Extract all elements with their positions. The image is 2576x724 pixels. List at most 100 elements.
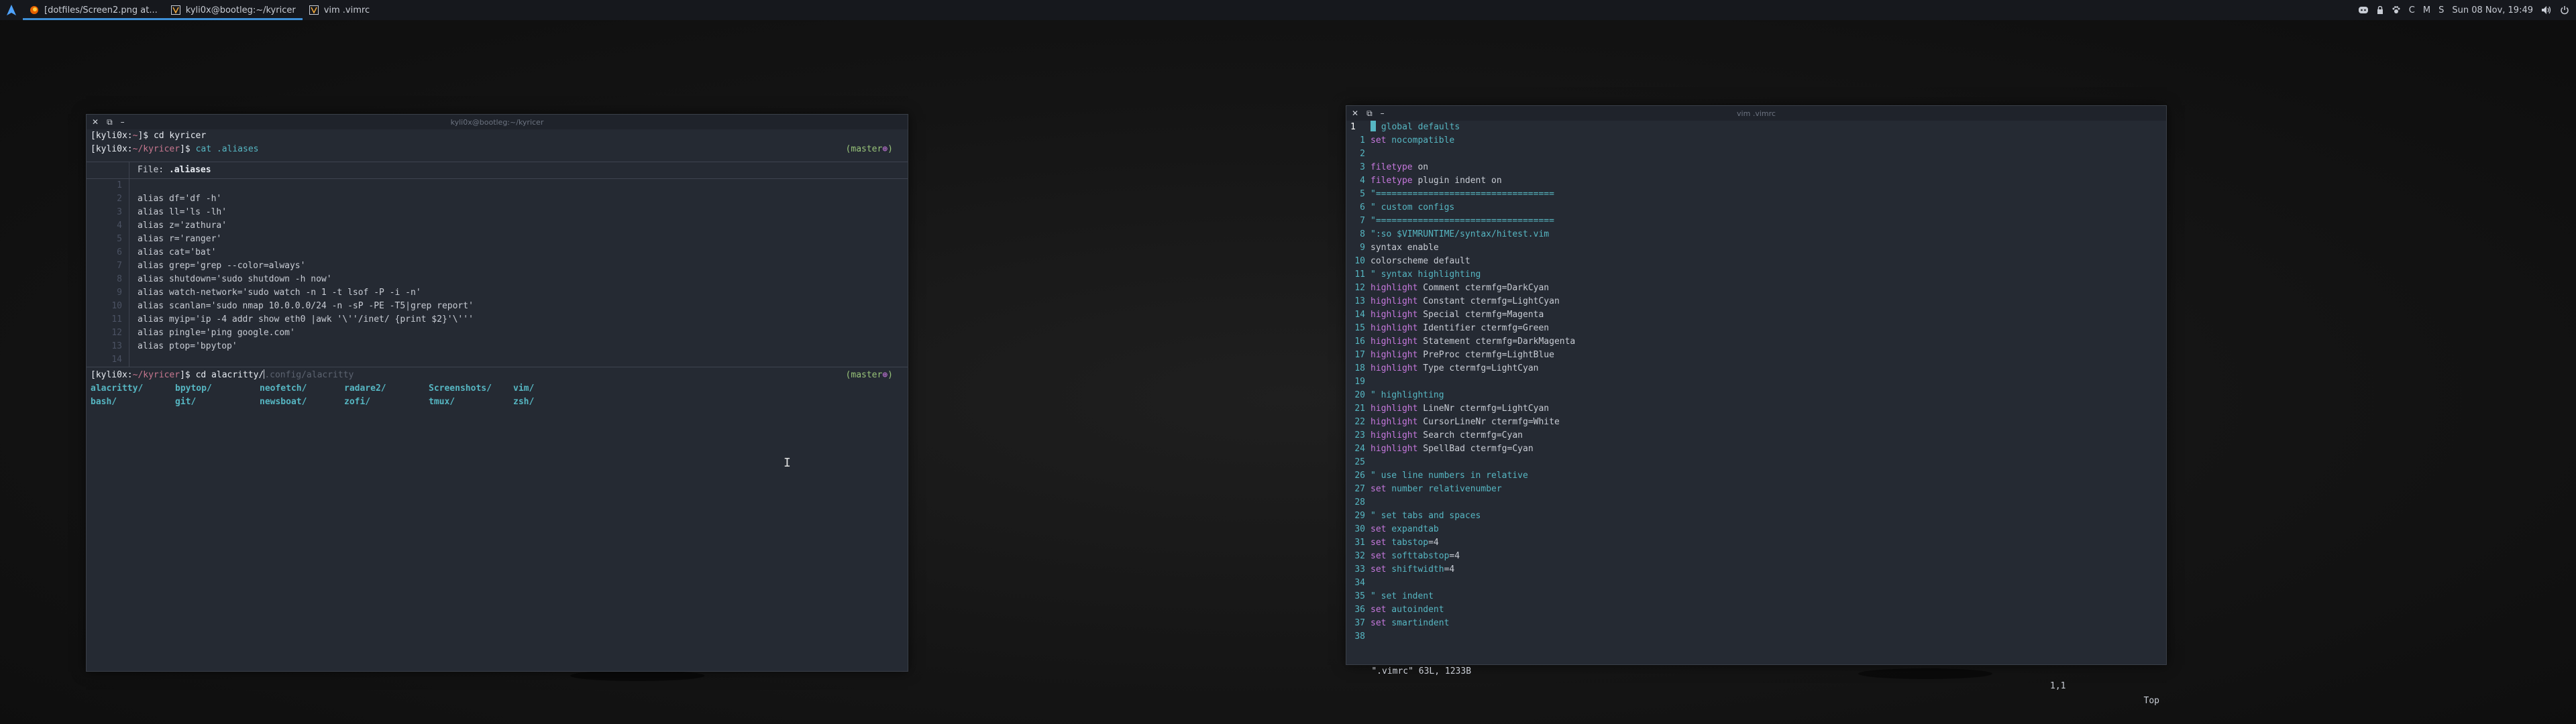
vim-line-number: 27 — [1354, 484, 1365, 494]
completion-item[interactable]: alacritty/ — [91, 382, 175, 396]
clock[interactable]: Sun 08 Nov, 19:49 — [2452, 5, 2533, 15]
vim-line: 16 highlight Statement ctermfg=DarkMagent… — [1346, 335, 2166, 349]
vim-line-number: 32 — [1354, 551, 1365, 561]
minimize-icon[interactable]: – — [121, 117, 125, 127]
completion-item[interactable]: zsh/ — [513, 396, 598, 409]
vim-token: highlight — [1371, 363, 1418, 373]
close-icon[interactable]: ✕ — [92, 117, 99, 127]
vim-token: Search ctermfg=Cyan — [1417, 430, 1523, 440]
vim-line: 30 set expandtab — [1346, 523, 2166, 536]
completion-item[interactable]: tmux/ — [429, 396, 513, 409]
vim-line: 2 — [1346, 147, 2166, 161]
completion-item[interactable]: bash/ — [91, 396, 175, 409]
completion-item[interactable]: radare2/ — [344, 382, 429, 396]
line-number: 9 — [87, 286, 129, 300]
vim-token: shiftwidth — [1386, 564, 1444, 575]
vim-line-text: set tabstop=4 — [1371, 536, 1439, 550]
vim-line: 27 set number relativenumber — [1346, 483, 2166, 496]
completion-item[interactable]: bpytop/ — [175, 382, 260, 396]
bat-file-body: 1 2 alias df='df -h' 3 alias ll='ls -lh' 4 ali… — [87, 179, 908, 367]
lock-icon[interactable] — [2377, 6, 2383, 14]
paw-icon[interactable] — [2392, 5, 2401, 15]
arch-logo-icon[interactable] — [5, 4, 17, 16]
line-number: 3 — [87, 206, 129, 219]
power-icon[interactable] — [2560, 5, 2569, 15]
vim-token: "================================== — [1371, 189, 1554, 199]
vim-token: Type ctermfg=LightCyan — [1417, 363, 1539, 373]
line-number: 1 — [87, 179, 129, 192]
completion-item[interactable]: Screenshots/ — [429, 382, 513, 396]
vim-line-number: 30 — [1354, 524, 1365, 534]
vim-line-text: " highlighting — [1371, 389, 1444, 402]
minimize-icon[interactable]: – — [1381, 109, 1385, 119]
completion-item[interactable]: zofi/ — [344, 396, 429, 409]
line-text: alias myip='ip -4 addr show eth0 |awk '\… — [138, 314, 474, 324]
bat-line: 3 alias ll='ls -lh' — [87, 206, 908, 219]
vim-line: 36 set autoindent — [1346, 603, 2166, 617]
completion-item[interactable]: git/ — [175, 396, 260, 409]
line-number: 7 — [87, 259, 129, 273]
vim-buffer[interactable]: 1 global defaults 1 set nocompatible 2 3 file… — [1346, 121, 2166, 644]
vim-token: on — [1412, 162, 1429, 172]
prompt-line: [kyli0x:~/kyricer]$ cd alacritty/.config… — [91, 369, 908, 382]
line-text: alias df='df -h' — [138, 194, 222, 204]
vim-token: autoindent — [1386, 605, 1444, 615]
vim-line-number: 7 — [1360, 216, 1365, 226]
task-terminal-kyricer[interactable]: kyli0x@bootleg:~/kyricer — [164, 0, 303, 20]
vim-line: 4 filetype plugin indent on — [1346, 174, 2166, 188]
vim-line-text: " custom configs — [1371, 201, 1454, 215]
bat-line: 9 alias watch-network='sudo watch -n 1 -t… — [87, 286, 908, 300]
vim-line: 25 — [1346, 456, 2166, 469]
top-panel: [dotfiles/Screen2.png at... kyli0x@bootl… — [0, 0, 2576, 20]
vim-line-number: 10 — [1354, 256, 1365, 266]
vim-token: plugin indent on — [1412, 176, 1502, 186]
vim-line-number: 9 — [1360, 243, 1365, 253]
vim-line-text: syntax enable — [1371, 241, 1439, 255]
tray-letter-c[interactable]: C — [2409, 5, 2415, 15]
line-text: alias ptop='bpytop' — [138, 341, 237, 351]
vim-line-text: highlight CursorLineNr ctermfg=White — [1371, 416, 1560, 429]
vim-token: " custom configs — [1371, 202, 1455, 213]
discord-icon[interactable] — [2358, 6, 2369, 14]
command-text: cd kyricer — [153, 131, 207, 141]
vim-token: " set indent — [1371, 591, 1434, 601]
completion-item[interactable]: neofetch/ — [260, 382, 344, 396]
task-terminal-vim[interactable]: vim .vimrc — [303, 0, 376, 20]
vim-line: 31 set tabstop=4 — [1346, 536, 2166, 550]
task-firefox[interactable]: [dotfiles/Screen2.png at... — [23, 0, 164, 20]
completion-item[interactable]: newsboat/ — [260, 396, 344, 409]
tray-letter-s[interactable]: S — [2438, 5, 2444, 15]
line-number: 10 — [87, 300, 129, 313]
vim-line-number: 31 — [1354, 538, 1365, 548]
tray-letter-m[interactable]: M — [2423, 5, 2430, 15]
vim-line: 6 " custom configs — [1346, 201, 2166, 215]
vim-line-number: 37 — [1354, 618, 1365, 628]
vim-file-info: ".vimrc" 63L, 1233B — [1371, 666, 1472, 676]
maximize-icon[interactable]: ⧉ — [1366, 109, 1373, 119]
volume-icon[interactable] — [2541, 5, 2552, 15]
vim-token: CursorLineNr ctermfg=White — [1417, 417, 1560, 427]
window-titlebar[interactable]: ✕ ⧉ – kyli0x@bootleg:~/kyricer — [87, 115, 908, 129]
vim-token: filetype — [1371, 176, 1413, 186]
vim-token: Identifier ctermfg=Green — [1417, 323, 1550, 333]
maximize-icon[interactable]: ⧉ — [107, 117, 113, 127]
terminal-content[interactable]: [kyli0x:~]$ cd kyricer [kyli0x:~/kyricer… — [87, 129, 908, 156]
vim-line: 5 "================================== — [1346, 188, 2166, 201]
vim-line: 7 "================================== — [1346, 215, 2166, 228]
terminal-window-vim[interactable]: ✕ ⧉ – vim .vimrc 1 global defaults 1 set n… — [1346, 105, 2167, 706]
vim-line: 13 highlight Constant ctermfg=LightCyan — [1346, 295, 2166, 308]
vim-token: " highlighting — [1371, 390, 1444, 400]
vim-line: 23 highlight Search ctermfg=Cyan — [1346, 429, 2166, 442]
vim-line-number: 13 — [1354, 296, 1365, 306]
vim-token: set — [1371, 564, 1387, 575]
bat-file-name: .aliases — [168, 165, 211, 175]
vim-line-text: highlight Statement ctermfg=DarkMagenta — [1371, 335, 1575, 349]
vim-line: 9 syntax enable — [1346, 241, 2166, 255]
completion-item[interactable]: vim/ — [513, 382, 598, 396]
window-titlebar[interactable]: ✕ ⧉ – vim .vimrc — [1346, 106, 2166, 121]
terminal-window-kyricer[interactable]: ✕ ⧉ – kyli0x@bootleg:~/kyricer [kyli0x:~… — [86, 114, 908, 672]
vim-token: set — [1371, 538, 1387, 548]
vim-token: =4 — [1449, 551, 1460, 561]
wallpaper-swoosh — [1858, 668, 1992, 679]
close-icon[interactable]: ✕ — [1352, 109, 1358, 119]
